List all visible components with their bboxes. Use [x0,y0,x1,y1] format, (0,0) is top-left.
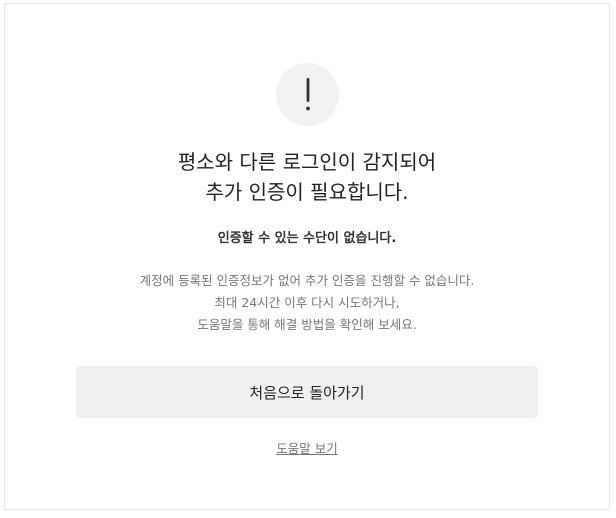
exclamation-icon [305,77,310,110]
page-title: 평소와 다른 로그인이 감지되어 추가 인증이 필요합니다. [5,147,609,207]
help-link-container: 도움말 보기 [5,439,609,459]
description: 계정에 등록된 인증정보가 없어 추가 인증을 진행할 수 없습니다. 최대 2… [5,270,609,336]
alert-icon-circle [276,63,339,126]
title-line-1: 평소와 다른 로그인이 감지되어 [177,150,437,174]
description-line-3: 도움말을 통해 해결 방법을 확인해 보세요. [197,317,417,332]
description-line-1: 계정에 등록된 인증정보가 없어 추가 인증을 진행할 수 없습니다. [139,273,475,288]
view-help-link[interactable]: 도움말 보기 [276,441,337,456]
title-line-2: 추가 인증이 필요합니다. [205,180,409,204]
description-line-2: 최대 24시간 이후 다시 시도하거나, [214,295,400,310]
verification-card: 평소와 다른 로그인이 감지되어 추가 인증이 필요합니다. 인증할 수 있는 … [4,3,610,510]
go-to-start-button[interactable]: 처음으로 돌아가기 [76,366,538,418]
no-auth-method-notice: 인증할 수 있는 수단이 없습니다. [217,231,397,246]
